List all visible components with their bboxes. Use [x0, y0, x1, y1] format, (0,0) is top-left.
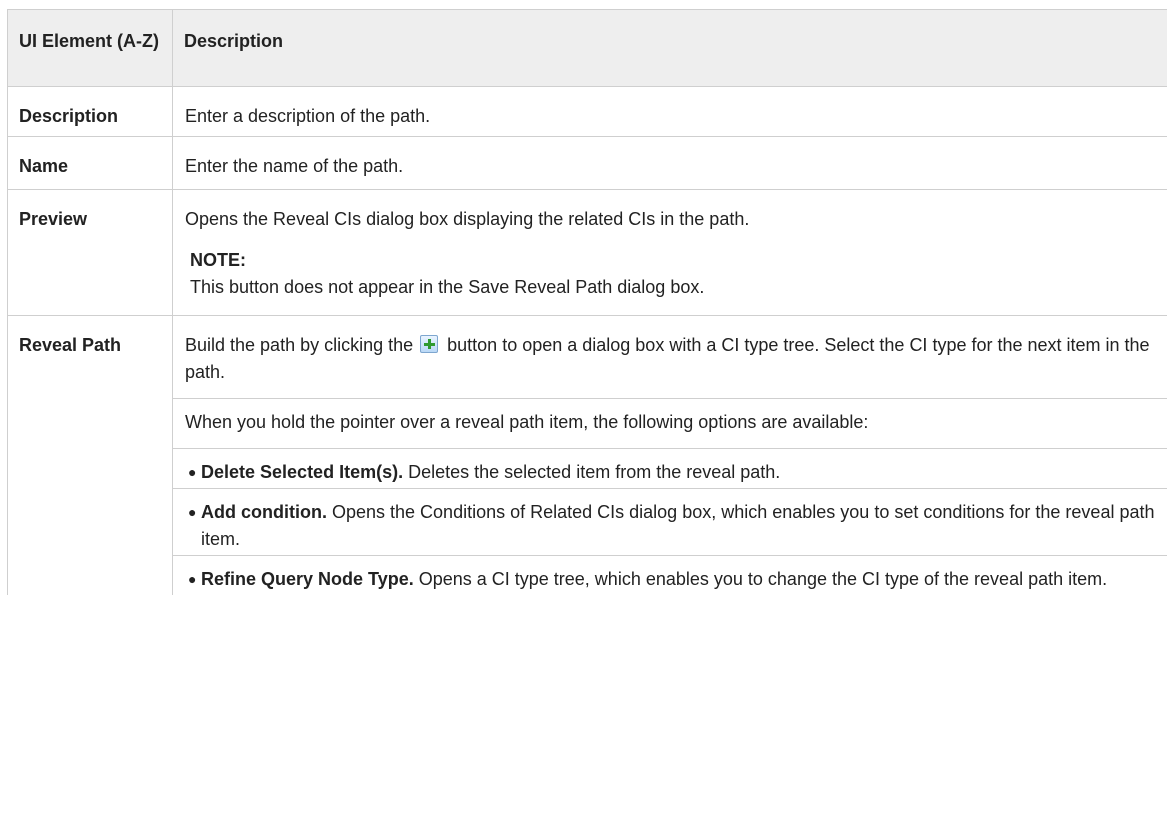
option-text: Deletes the selected item from the revea… — [408, 462, 781, 482]
row-text-description: Enter a description of the path. — [172, 86, 1167, 137]
row-text-name: Enter the name of the path. — [172, 136, 1167, 190]
note-label: NOTE: — [190, 250, 246, 270]
list-item: ● Add condition. Opens the Conditions of… — [173, 488, 1167, 555]
row-term-reveal-path: Reveal Path — [7, 315, 173, 595]
list-item: ● Delete Selected Item(s). Deletes the s… — [173, 448, 1167, 488]
divider — [173, 398, 1167, 399]
add-plus-icon — [420, 335, 439, 353]
option-text: Opens the Conditions of Related CIs dial… — [201, 502, 1155, 549]
row-term-description: Description — [7, 86, 173, 137]
option-text: Opens a CI type tree, which enables you … — [418, 569, 1108, 589]
row-term-name: Name — [7, 136, 173, 190]
list-item: ● Refine Query Node Type. Opens a CI typ… — [173, 555, 1167, 595]
table-header-row: UI Element (A-Z) Description — [7, 9, 1167, 87]
bullet-icon: ● — [188, 504, 197, 520]
table-row: Reveal Path Build the path by clicking t… — [7, 315, 1167, 595]
reveal-path-intro: When you hold the pointer over a reveal … — [185, 412, 869, 432]
build-text-before: Build the path by clicking the — [185, 335, 419, 355]
bullet-icon: ● — [188, 464, 197, 480]
row-cell-preview: Opens the Reveal CIs dialog box displayi… — [172, 189, 1167, 316]
options-list: ● Delete Selected Item(s). Deletes the s… — [173, 448, 1167, 595]
row-cell-reveal-path: Build the path by clicking the button to… — [172, 315, 1167, 595]
ui-elements-table: UI Element (A-Z) Description Description… — [7, 9, 1167, 595]
reveal-path-build-text: Build the path by clicking the button to… — [185, 332, 1167, 386]
header-ui-element: UI Element (A-Z) — [7, 9, 173, 87]
table-row: Preview Opens the Reveal CIs dialog box … — [7, 189, 1167, 316]
table-row: Name Enter the name of the path. — [7, 136, 1167, 190]
bullet-icon: ● — [188, 571, 197, 587]
row-text-preview: Opens the Reveal CIs dialog box displayi… — [185, 209, 750, 229]
option-label: Delete Selected Item(s). — [201, 462, 409, 482]
table-row: Description Enter a description of the p… — [7, 86, 1167, 137]
option-label: Add condition. — [201, 502, 332, 522]
note-box: NOTE: This button does not appear in the… — [190, 247, 1167, 301]
row-term-preview: Preview — [7, 189, 173, 316]
note-text: This button does not appear in the Save … — [190, 277, 705, 297]
option-label: Refine Query Node Type. — [201, 569, 419, 589]
header-description: Description — [172, 9, 1167, 87]
